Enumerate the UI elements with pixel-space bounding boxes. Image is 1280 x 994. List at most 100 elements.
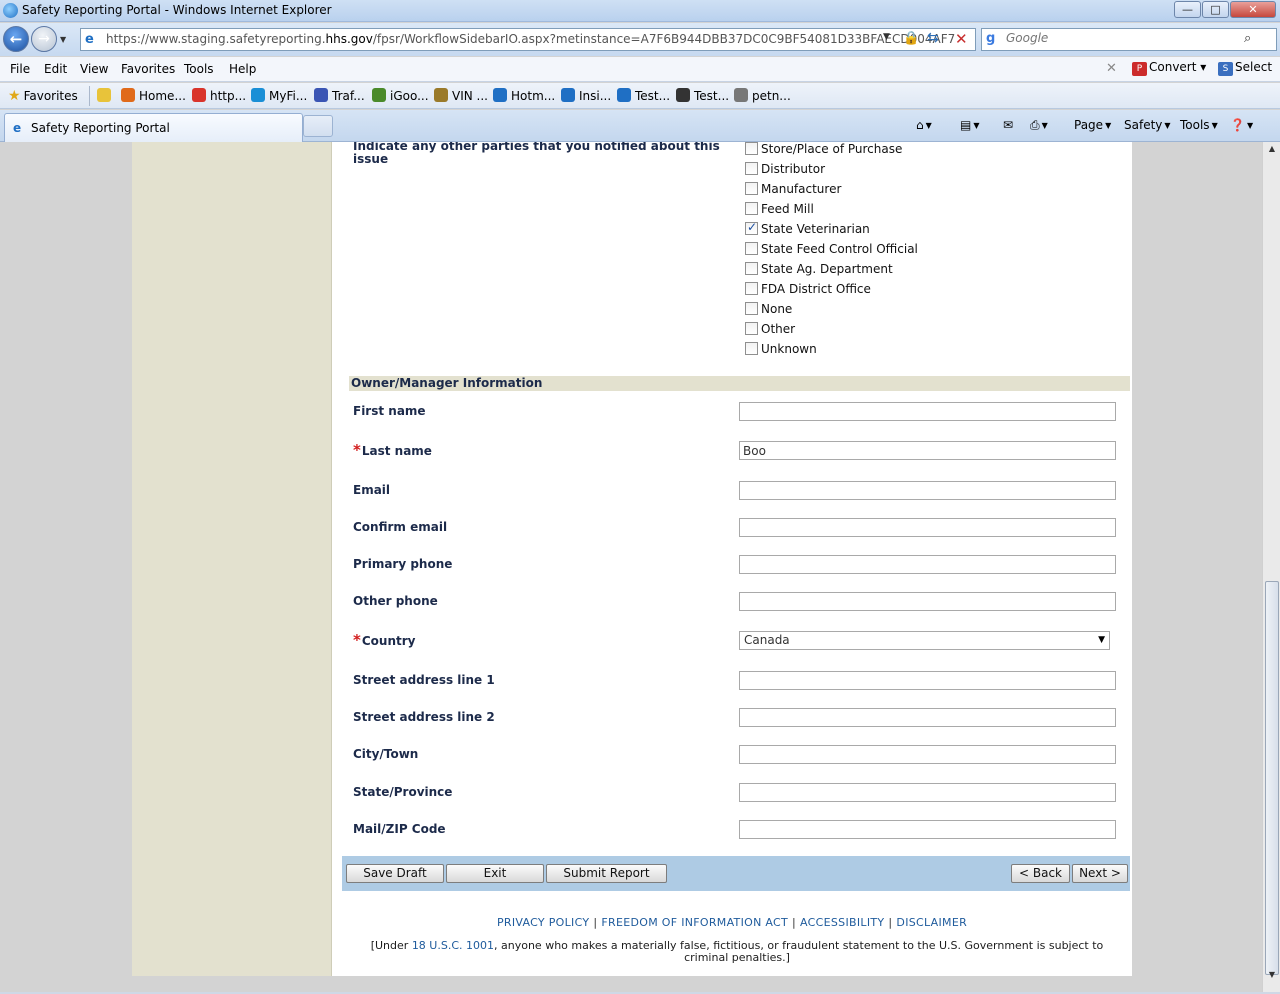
party-checkbox-row[interactable]: State Feed Control Official (745, 242, 918, 258)
foia-link[interactable]: FREEDOM OF INFORMATION ACT (601, 916, 788, 929)
street-address-2-field[interactable] (739, 708, 1116, 727)
search-icon[interactable]: ⌕ (1244, 31, 1251, 46)
forward-button[interactable]: → (31, 26, 57, 52)
home-icon[interactable]: ⌂ ▼ (916, 118, 932, 132)
menu-edit[interactable]: Edit (44, 62, 67, 76)
menu-help[interactable]: Help (229, 62, 256, 76)
stop-icon[interactable]: ✕ (955, 30, 968, 48)
submit-report-button[interactable]: Submit Report (546, 864, 667, 883)
close-window-button[interactable]: ✕ (1230, 1, 1276, 18)
checkbox[interactable] (745, 162, 758, 175)
save-draft-button[interactable]: Save Draft (346, 864, 444, 883)
usc-1001-link[interactable]: 18 U.S.C. 1001 (412, 939, 494, 952)
favorite-link[interactable]: http... (192, 88, 246, 103)
street-address-1-field[interactable] (739, 671, 1116, 690)
security-lock-icon[interactable]: 🔒 (903, 31, 919, 47)
minimize-button[interactable]: — (1174, 1, 1201, 18)
checkbox-label: Feed Mill (761, 202, 814, 216)
favorite-link[interactable]: MyFi... (251, 88, 307, 103)
favorite-link[interactable]: Insi... (561, 88, 611, 103)
sidebar (132, 142, 332, 976)
scrollbar-thumb[interactable] (1265, 581, 1279, 975)
tools-menu[interactable]: Tools ▼ (1180, 118, 1218, 132)
favorite-link[interactable]: petn... (734, 88, 791, 103)
add-favorite-icon[interactable] (97, 88, 115, 103)
page-content: Indicate any other parties that you noti… (132, 142, 1132, 976)
party-checkbox-row[interactable]: Store/Place of Purchase (745, 142, 902, 158)
close-toolbar-icon[interactable]: ✕ (1106, 61, 1117, 76)
menu-view[interactable]: View (80, 62, 108, 76)
favorite-link[interactable]: iGoo... (372, 88, 429, 103)
email-field[interactable] (739, 481, 1116, 500)
maximize-button[interactable]: □ (1202, 1, 1229, 18)
confirm-email-field[interactable] (739, 518, 1116, 537)
first-name-field[interactable] (739, 402, 1116, 421)
recent-pages-dropdown-icon[interactable]: ▼ (60, 35, 66, 44)
party-checkbox-row[interactable]: FDA District Office (745, 282, 871, 298)
favorite-link[interactable]: Test... (617, 88, 670, 103)
exit-button[interactable]: Exit (446, 864, 544, 883)
party-checkbox-row[interactable]: None (745, 302, 792, 318)
privacy-policy-link[interactable]: PRIVACY POLICY (497, 916, 589, 929)
favorite-link[interactable]: Home... (121, 88, 186, 103)
checkbox[interactable] (745, 242, 758, 255)
party-checkbox-row[interactable]: Other (745, 322, 795, 338)
checkbox[interactable] (745, 282, 758, 295)
menu-file[interactable]: File (10, 62, 30, 76)
select-button[interactable]: S Select (1218, 60, 1272, 76)
favorite-link[interactable]: Hotm... (493, 88, 555, 103)
address-url[interactable]: https://www.staging.safetyreporting.hhs.… (106, 32, 955, 46)
help-icon[interactable]: ❓ ▼ (1230, 118, 1253, 132)
state-province-field[interactable] (739, 783, 1116, 802)
menu-favorites[interactable]: Favorites (121, 62, 175, 76)
checkbox[interactable] (745, 262, 758, 275)
scroll-down-arrow-icon[interactable]: ▼ (1265, 970, 1279, 986)
checkbox[interactable] (745, 142, 758, 155)
safety-menu[interactable]: Safety ▼ (1124, 118, 1171, 132)
checkbox[interactable] (745, 202, 758, 215)
menu-tools[interactable]: Tools (184, 62, 214, 76)
primary-phone-field[interactable] (739, 555, 1116, 574)
country-select[interactable]: Canada ▼ (739, 631, 1110, 650)
print-icon[interactable]: ⎙ ▼ (1030, 118, 1048, 133)
back-page-button[interactable]: < Back (1011, 864, 1070, 883)
convert-button[interactable]: P Convert ▾ (1132, 60, 1206, 76)
checkbox[interactable] (745, 322, 758, 335)
checkbox[interactable] (745, 182, 758, 195)
party-checkbox-row[interactable]: State Veterinarian (745, 220, 870, 238)
next-page-button[interactable]: Next > (1072, 864, 1128, 883)
disclaimer-link[interactable]: DISCLAIMER (896, 916, 967, 929)
address-bar[interactable]: e https://www.staging.safetyreporting.hh… (80, 28, 976, 51)
window-title: Safety Reporting Portal - Windows Intern… (22, 3, 332, 17)
vertical-scrollbar[interactable]: ▲ ▼ (1262, 142, 1280, 992)
address-dropdown-icon[interactable]: ▼ (883, 32, 890, 42)
party-checkbox-row[interactable]: State Ag. Department (745, 262, 893, 278)
tab-safety-reporting-portal[interactable]: e Safety Reporting Portal (4, 113, 303, 142)
favorite-link[interactable]: VIN ... (434, 88, 488, 103)
checkbox-label: Distributor (761, 162, 826, 176)
other-phone-field[interactable] (739, 592, 1116, 611)
checkbox[interactable] (745, 220, 758, 235)
favorite-link[interactable]: Traf... (314, 88, 365, 103)
party-checkbox-row[interactable]: Distributor (745, 162, 825, 178)
read-mail-icon[interactable]: ✉ (1003, 118, 1013, 132)
zip-code-field[interactable] (739, 820, 1116, 839)
checkbox[interactable] (745, 342, 758, 355)
favorites-button[interactable]: ★ Favorites (8, 88, 78, 104)
checkbox[interactable] (745, 302, 758, 315)
feeds-icon[interactable]: ▤ ▼ (960, 118, 980, 132)
refresh-icon[interactable]: ⇆ (927, 30, 939, 46)
party-checkbox-row[interactable]: Unknown (745, 342, 817, 358)
new-tab-button[interactable] (303, 115, 333, 137)
party-checkbox-row[interactable]: Manufacturer (745, 182, 841, 198)
favorite-link[interactable]: Test... (676, 88, 729, 103)
party-checkbox-row[interactable]: Feed Mill (745, 202, 814, 218)
city-field[interactable] (739, 745, 1116, 764)
search-box[interactable]: g ⌕ (981, 28, 1277, 51)
back-button[interactable]: ← (3, 26, 29, 52)
scroll-up-arrow-icon[interactable]: ▲ (1265, 144, 1279, 160)
accessibility-link[interactable]: ACCESSIBILITY (800, 916, 884, 929)
last-name-field[interactable] (739, 441, 1116, 460)
page-menu[interactable]: Page ▼ (1074, 118, 1111, 132)
search-input[interactable] (1006, 31, 1242, 45)
